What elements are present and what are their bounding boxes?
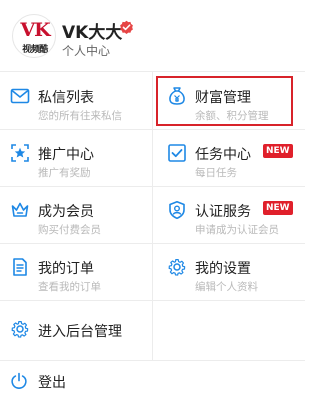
menu-item-tasks[interactable]: 任务中心 NEW 每日任务 [153,129,305,186]
admin-gear-icon [11,321,29,338]
menu-item-desc: 购买付费会员 [38,224,101,236]
menu-item-label: 我的设置 [195,261,251,277]
menu-item-membership[interactable]: 成为会员 购买付费会员 [0,186,152,243]
menu-item-desc: 您的所有往来私信 [38,110,122,122]
avatar-logo-text: VK [20,19,50,41]
avatar[interactable]: VK 视频酷 [12,14,56,58]
order-doc-icon [13,258,27,276]
menu-item-label: 财富管理 [195,90,251,106]
shield-user-icon [169,201,185,220]
avatar-caption: 视频酷 [22,45,48,55]
task-check-icon [168,144,186,162]
menu-item-desc: 查看我的订单 [38,281,101,293]
verified-badge-icon [120,20,133,34]
profile-subtitle: 个人中心 [62,44,111,58]
menu-item-label: 认证服务 [195,204,251,220]
menu-item-admin[interactable]: 进入后台管理 [0,300,152,360]
menu-item-desc: 编辑个人资料 [195,281,258,293]
menu-item-desc: 余额、积分管理 [195,110,269,122]
profile-header: VK 视频酷 VK大大 个人中心 [0,0,305,72]
menu-item-wealth[interactable]: 财富管理 余额、积分管理 [153,72,305,129]
mail-icon [10,88,30,104]
menu-item-label: 推广中心 [38,147,94,163]
logout-button[interactable]: 登出 [0,362,305,398]
wealth-bag-icon [169,87,185,105]
menu-item-label: 进入后台管理 [38,324,122,340]
logout-label: 登出 [38,375,66,391]
menu-item-promotion[interactable]: 推广中心 推广有奖励 [0,129,152,186]
new-badge: NEW [263,144,293,158]
menu-item-desc: 每日任务 [195,167,237,179]
menu-item-verification[interactable]: 认证服务 NEW 申请成为认证会员 [153,186,305,243]
menu-item-label: 任务中心 [195,147,251,163]
grid-divider [0,360,305,361]
menu-item-label: 成为会员 [38,204,94,220]
username[interactable]: VK大大 [62,18,122,43]
menu-item-desc: 申请成为认证会员 [195,224,279,236]
menu-item-desc: 推广有奖励 [38,167,91,179]
menu-item-messages[interactable]: 私信列表 您的所有往来私信 [0,72,152,129]
menu-item-label: 私信列表 [38,90,94,106]
new-badge: NEW [263,201,293,215]
promote-star-icon [11,144,29,162]
power-icon [11,372,27,389]
menu-item-label: 我的订单 [38,261,94,277]
gear-icon [168,259,186,276]
menu-item-orders[interactable]: 我的订单 查看我的订单 [0,243,152,300]
menu-item-settings[interactable]: 我的设置 编辑个人资料 [153,243,305,300]
crown-icon [11,202,29,217]
